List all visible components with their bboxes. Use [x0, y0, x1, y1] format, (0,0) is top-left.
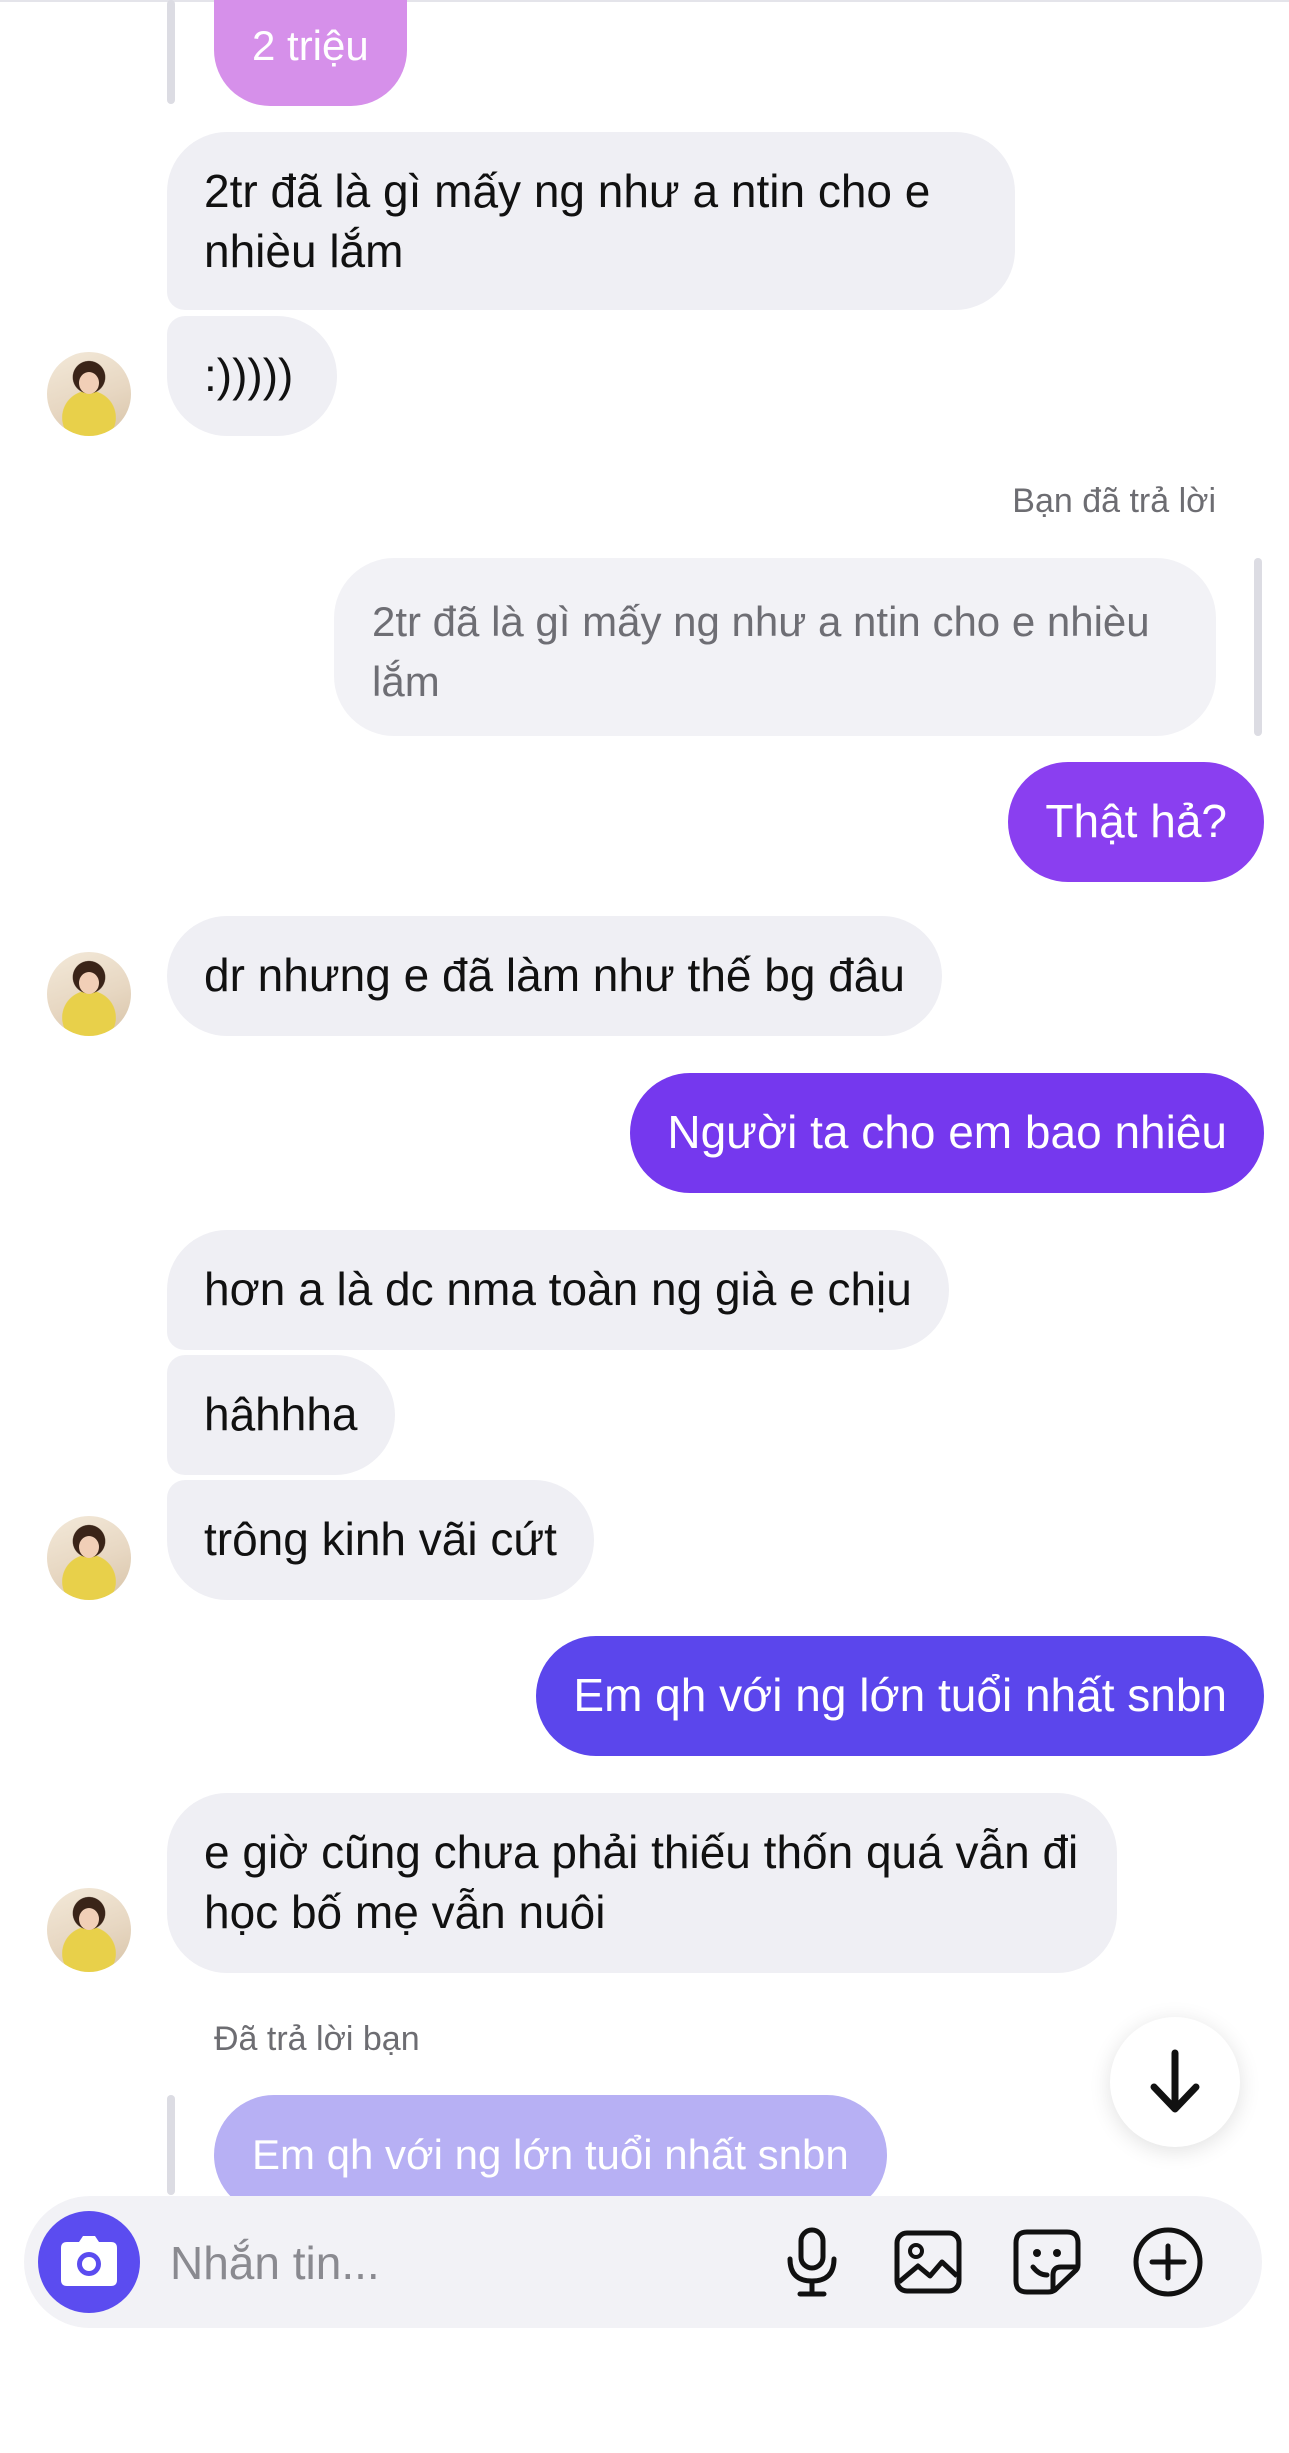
reply-caption: Đã trả lời bạn [214, 2020, 420, 2058]
quoted-message-text: 2tr đã là gì mấy ng như a ntin cho e nhi… [372, 598, 1150, 705]
message-text: hâhhha [204, 1388, 358, 1440]
received-message[interactable]: hâhhha [167, 1355, 395, 1475]
quoted-message-text: Em qh với ng lớn tuổi nhất snbn [252, 2131, 849, 2178]
contact-avatar[interactable] [47, 1888, 131, 1972]
message-text: trông kinh vãi cứt [204, 1513, 557, 1565]
reply-quote-bar [167, 0, 175, 104]
received-message[interactable]: 2tr đã là gì mấy ng như a ntin cho e nhi… [167, 132, 1015, 310]
reply-quote-bar [1254, 558, 1262, 736]
message-composer [24, 2196, 1262, 2328]
message-text: Thật hả? [1045, 795, 1227, 847]
received-message[interactable]: hơn a là dc nma toàn ng già e chịu [167, 1230, 949, 1350]
voice-button[interactable] [774, 2224, 850, 2300]
more-options-button[interactable] [1130, 2224, 1206, 2300]
received-message[interactable]: e giờ cũng chưa phải thiếu thốn quá vẫn … [167, 1793, 1117, 1973]
top-divider [0, 0, 1289, 2]
sticker-button[interactable] [1009, 2224, 1085, 2300]
message-text: Người ta cho em bao nhiêu [667, 1106, 1227, 1158]
plus-circle-icon [1133, 2227, 1203, 2297]
message-text: hơn a là dc nma toàn ng già e chịu [204, 1263, 912, 1315]
sent-message[interactable]: Người ta cho em bao nhiêu [630, 1073, 1264, 1193]
quoted-message-text: 2 triệu [252, 22, 369, 69]
message-text: Em qh với ng lớn tuổi nhất snbn [573, 1669, 1227, 1721]
reply-quote-bar [167, 2095, 175, 2195]
sticker-icon [1013, 2229, 1081, 2295]
quoted-message[interactable]: 2tr đã là gì mấy ng như a ntin cho e nhi… [334, 558, 1216, 736]
received-message[interactable]: trông kinh vãi cứt [167, 1480, 594, 1600]
sent-message[interactable]: Em qh với ng lớn tuổi nhất snbn [536, 1636, 1264, 1756]
contact-avatar[interactable] [47, 352, 131, 436]
gallery-button[interactable] [890, 2224, 966, 2300]
message-input[interactable] [168, 2226, 772, 2300]
sent-message[interactable]: Thật hả? [1008, 762, 1264, 882]
message-text: e giờ cũng chưa phải thiếu thốn quá vẫn … [204, 1826, 1079, 1938]
message-text: :))))) [204, 349, 294, 401]
message-text: dr nhưng e đã làm như thế bg đâu [204, 949, 905, 1001]
message-text: 2tr đã là gì mấy ng như a ntin cho e nhi… [204, 165, 931, 277]
camera-icon [61, 2236, 117, 2286]
received-message[interactable]: :))))) [167, 316, 338, 436]
arrow-down-icon [1150, 2049, 1200, 2113]
quoted-message[interactable]: 2 triệu [214, 0, 407, 106]
scroll-to-bottom-button[interactable] [1110, 2017, 1240, 2147]
reply-caption: Bạn đã trả lời [1012, 482, 1216, 520]
contact-avatar[interactable] [47, 952, 131, 1036]
contact-avatar[interactable] [47, 1516, 131, 1600]
received-message[interactable]: dr nhưng e đã làm như thế bg đâu [167, 916, 942, 1036]
camera-button[interactable] [38, 2211, 140, 2313]
image-icon [894, 2230, 962, 2294]
microphone-icon [787, 2227, 837, 2297]
